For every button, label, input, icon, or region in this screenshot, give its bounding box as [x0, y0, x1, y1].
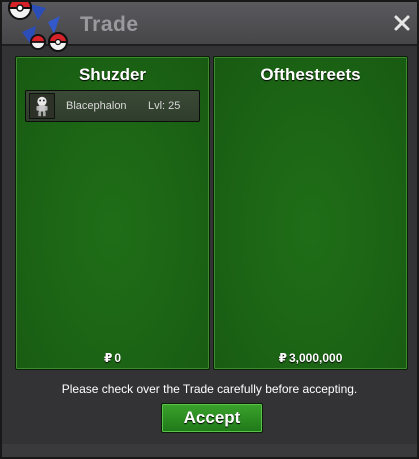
money-offer-left: ₽0	[16, 351, 209, 365]
item-level: Lvl: 25	[148, 100, 181, 112]
currency-symbol: ₽	[103, 351, 113, 365]
money-amount: 0	[114, 351, 122, 365]
trade-window: Trade Shuzder Blacephalon Lvl: 25 ₽ 0 Of…	[0, 0, 419, 459]
money-amount: 3,000,000	[288, 351, 343, 365]
trade-panel-left: Shuzder Blacephalon Lvl: 25 ₽0	[15, 56, 210, 370]
window-title: Trade	[80, 13, 139, 36]
money-offer-right: ₽3,000,000	[214, 351, 407, 365]
accept-button[interactable]: Accept	[161, 403, 263, 433]
bottom-strip	[2, 444, 417, 457]
item-name: Blacephalon	[66, 100, 127, 112]
trade-panel-right: Ofthestreets ₽3,000,000	[213, 56, 408, 370]
player-name-right: Ofthestreets	[260, 65, 361, 84]
trade-item-row[interactable]: Blacephalon Lvl: 25	[25, 90, 200, 122]
player-name-left: Shuzder	[78, 65, 147, 84]
trade-notice: Please check over the Trade carefully be…	[61, 382, 358, 396]
blacephalon-sprite-icon	[29, 93, 55, 119]
pokeball-logo-icon	[7, 2, 69, 52]
close-icon[interactable]	[393, 14, 411, 32]
currency-symbol: ₽	[278, 351, 287, 365]
